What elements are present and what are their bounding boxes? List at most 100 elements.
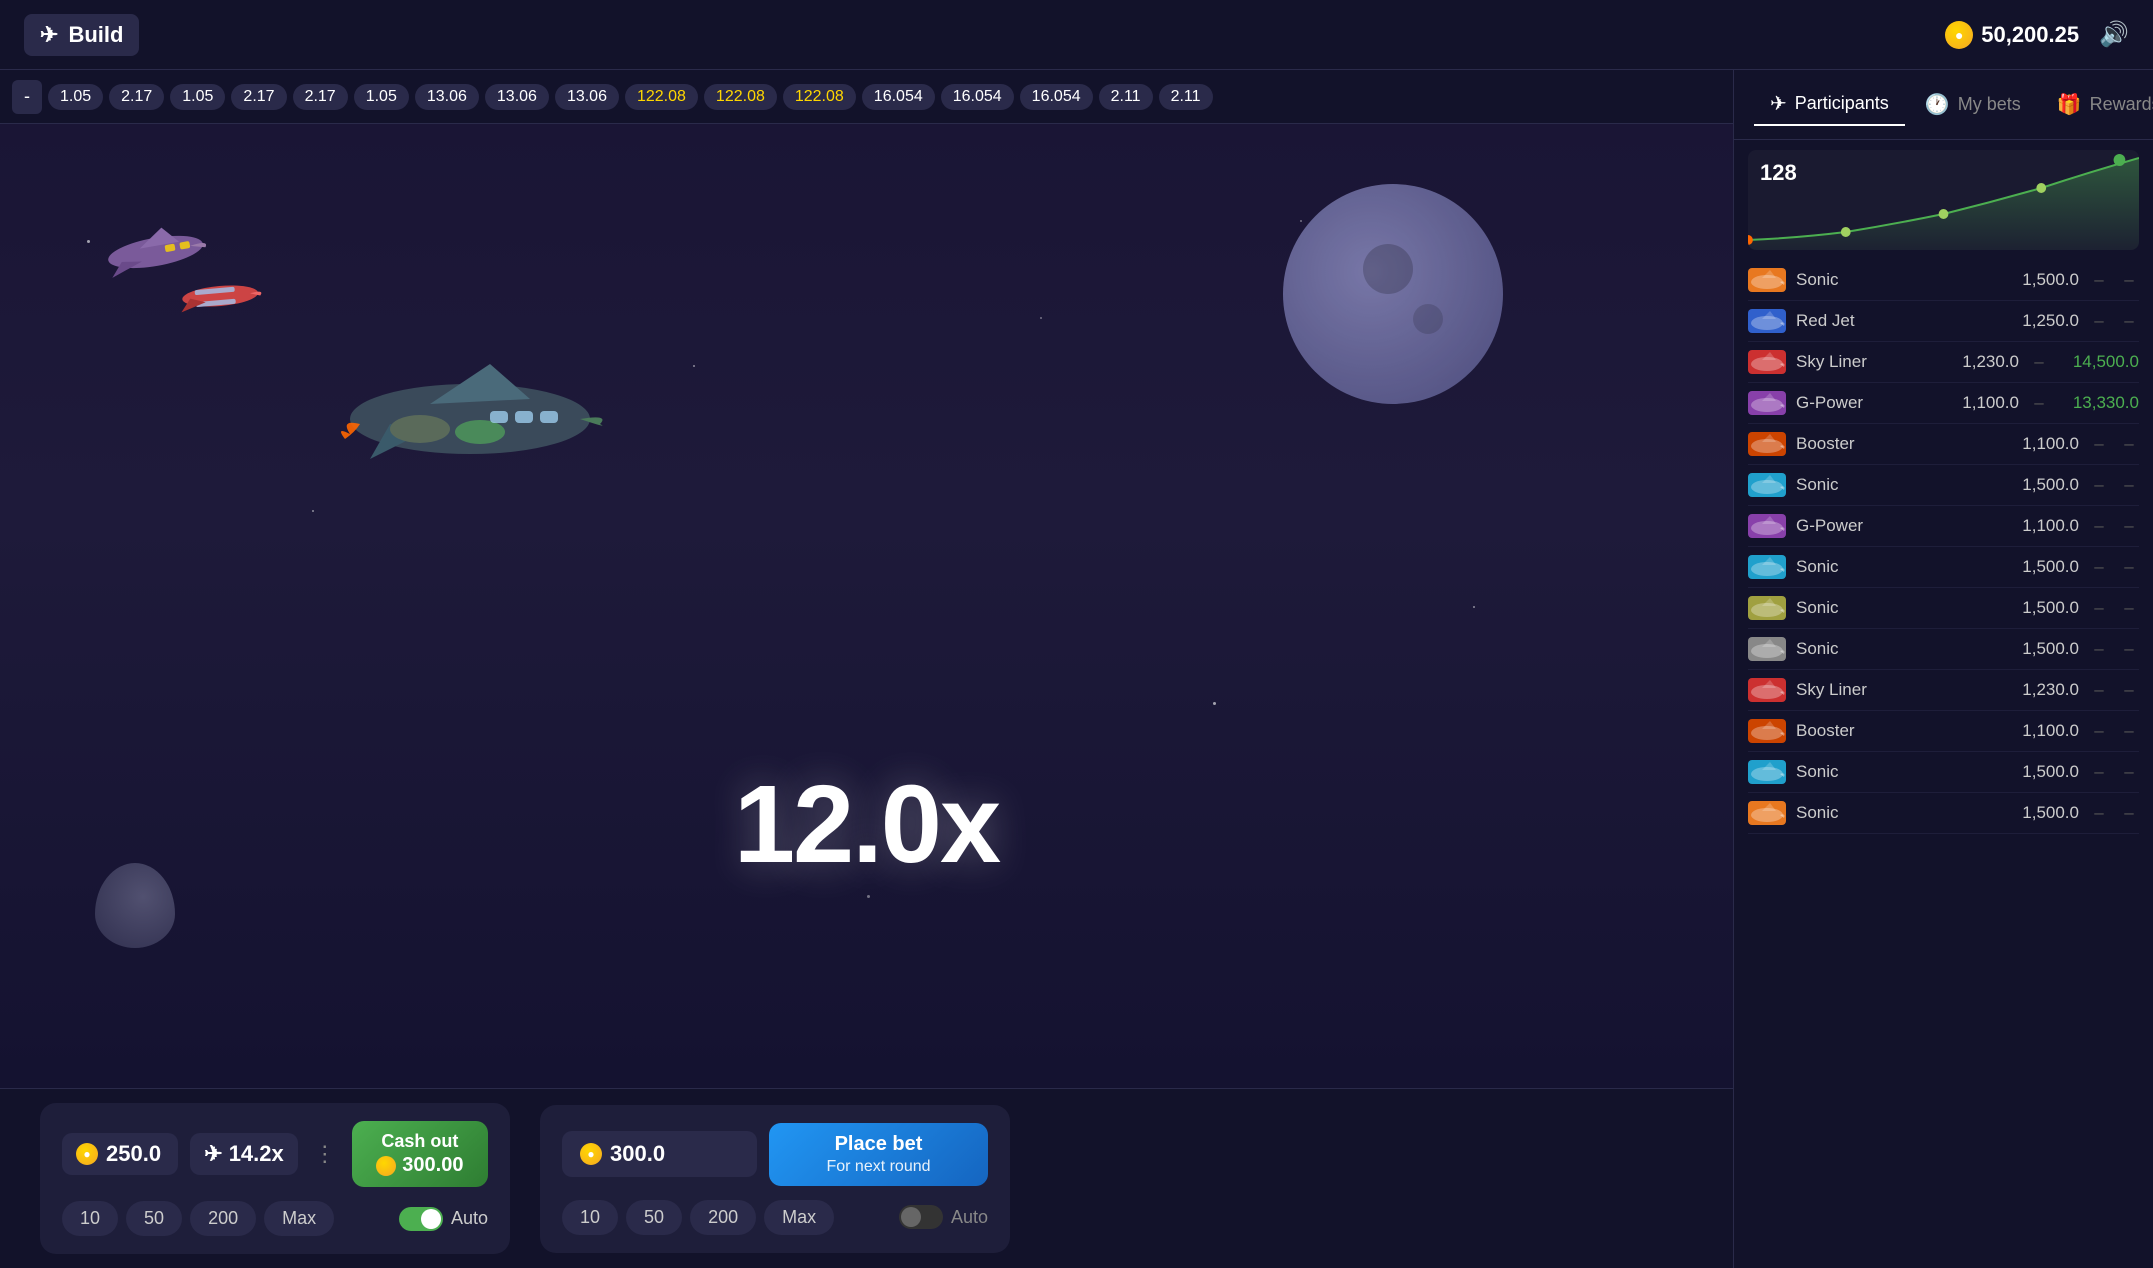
- tab-my-bets[interactable]: 🕐 My bets: [1909, 84, 2037, 125]
- list-item: Booster1,100.0––: [1748, 711, 2139, 752]
- right-panel: ✈ Participants 🕐 My bets 🎁 Rewards ☰ 128: [1733, 70, 2153, 1268]
- main-layout: - 1.05 2.17 1.05 2.17 2.17 1.05 13.06 13…: [0, 70, 2153, 1268]
- participant-bet: 1,100.0: [1939, 393, 2019, 413]
- header: ✈ Build ● 50,200.25 🔊: [0, 0, 2153, 70]
- coin-icon-cashout: [376, 1156, 396, 1176]
- avatar: [1748, 760, 1786, 784]
- options-button-1[interactable]: ⋮: [310, 1141, 340, 1167]
- participant-cashout: –: [2119, 311, 2139, 331]
- mult-12: 122.08: [783, 84, 856, 110]
- quick-10-1[interactable]: 10: [62, 1201, 118, 1236]
- quick-max-1[interactable]: Max: [264, 1201, 334, 1236]
- participant-dash-1: –: [2089, 639, 2109, 659]
- auto-label-2: Auto: [951, 1207, 988, 1228]
- bet-quick-btns-1: 10 50 200 Max Auto: [62, 1201, 488, 1236]
- tab-participants[interactable]: ✈ Participants: [1754, 83, 1905, 126]
- avatar: [1748, 391, 1786, 415]
- quick-200-2[interactable]: 200: [690, 1200, 756, 1235]
- cashout-button[interactable]: Cash out 300.00: [352, 1121, 488, 1187]
- list-item: Sonic1,500.0––: [1748, 629, 2139, 670]
- participant-cashout: –: [2119, 680, 2139, 700]
- participant-dash-1: –: [2089, 803, 2109, 823]
- place-bet-label: Place bet: [835, 1133, 923, 1156]
- participant-name: Sonic: [1796, 475, 1989, 495]
- participant-dash-1: –: [2089, 721, 2109, 741]
- star: [87, 240, 90, 243]
- participant-bet: 1,500.0: [1999, 270, 2079, 290]
- main-plane: [330, 344, 610, 484]
- participant-name: Sky Liner: [1796, 680, 1989, 700]
- auto-switch-2[interactable]: [899, 1205, 943, 1229]
- auto-switch-1[interactable]: [399, 1207, 443, 1231]
- participant-bet: 1,500.0: [1999, 475, 2079, 495]
- participant-cashout: –: [2119, 762, 2139, 782]
- avatar: [1748, 432, 1786, 456]
- participant-name: Sonic: [1796, 557, 1989, 577]
- plane-icon-1: ✈: [204, 1141, 222, 1167]
- participant-bet: 1,500.0: [1999, 557, 2079, 577]
- participant-bet: 1,100.0: [1999, 721, 2079, 741]
- participant-bet: 1,230.0: [1939, 352, 2019, 372]
- participant-dash-1: –: [2089, 680, 2109, 700]
- bet-panel-2-top: ● 300.0 Place bet For next round: [562, 1123, 988, 1186]
- participant-cashout: 13,330.0: [2059, 393, 2139, 413]
- list-item: Sonic1,500.0––: [1748, 465, 2139, 506]
- graph-area: 128: [1748, 150, 2139, 250]
- my-bets-icon: 🕐: [1925, 92, 1950, 117]
- coin-icon-1: ●: [76, 1143, 98, 1165]
- quick-50-1[interactable]: 50: [126, 1201, 182, 1236]
- bet-panel-1: ● 250.0 ✈ 14.2x ⋮ Cash out 300.00: [40, 1103, 510, 1254]
- avatar: [1748, 596, 1786, 620]
- balance-value: 50,200.25: [1981, 22, 2079, 48]
- tab-participants-label: Participants: [1795, 93, 1889, 114]
- participants-icon: ✈: [1770, 91, 1787, 116]
- mult-14: 16.054: [941, 84, 1014, 110]
- participant-bet: 1,100.0: [1999, 516, 2079, 536]
- participant-bet: 1,500.0: [1999, 639, 2079, 659]
- quick-50-2[interactable]: 50: [626, 1200, 682, 1235]
- quick-10-2[interactable]: 10: [562, 1200, 618, 1235]
- list-item: Sky Liner1,230.0––: [1748, 670, 2139, 711]
- bet-multiplier-1: ✈ 14.2x: [190, 1133, 298, 1175]
- volume-button[interactable]: 🔊: [2099, 20, 2129, 49]
- participant-cashout: –: [2119, 598, 2139, 618]
- avatar: [1748, 514, 1786, 538]
- tab-rewards[interactable]: 🎁 Rewards: [2041, 84, 2153, 125]
- participant-bet: 1,250.0: [1999, 311, 2079, 331]
- quick-200-1[interactable]: 200: [190, 1201, 256, 1236]
- participants-list: Sonic1,500.0––Red Jet1,250.0––Sky Liner1…: [1734, 260, 2153, 1268]
- mult-7: 13.06: [415, 84, 479, 110]
- participant-cashout: –: [2119, 639, 2139, 659]
- bet-amount-2[interactable]: ● 300.0: [562, 1131, 757, 1177]
- place-bet-sub: For next round: [826, 1158, 930, 1176]
- participant-name: Sonic: [1796, 598, 1989, 618]
- star: [312, 510, 314, 512]
- participant-dash-1: –: [2089, 516, 2109, 536]
- header-right: ● 50,200.25 🔊: [1945, 20, 2129, 49]
- participant-cashout: –: [2119, 475, 2139, 495]
- mult-6: 1.05: [354, 84, 409, 110]
- moon: [1283, 184, 1503, 404]
- auto-label-1: Auto: [451, 1208, 488, 1229]
- multiplier-bar: - 1.05 2.17 1.05 2.17 2.17 1.05 13.06 13…: [0, 70, 1733, 124]
- quick-max-2[interactable]: Max: [764, 1200, 834, 1235]
- avatar: [1748, 678, 1786, 702]
- place-bet-button[interactable]: Place bet For next round: [769, 1123, 988, 1186]
- participant-name: Sonic: [1796, 762, 1989, 782]
- avatar: [1748, 350, 1786, 374]
- avatar: [1748, 719, 1786, 743]
- mult-15: 16.054: [1020, 84, 1093, 110]
- participant-dash-1: –: [2029, 393, 2049, 413]
- list-item: Sky Liner1,230.0–14,500.0: [1748, 342, 2139, 383]
- star: [1300, 220, 1302, 222]
- participant-cashout: –: [2119, 803, 2139, 823]
- mult-value-1: 14.2x: [229, 1141, 284, 1167]
- minus-button[interactable]: -: [12, 80, 42, 114]
- bet-panel-2: ● 300.0 Place bet For next round 10 50 2…: [540, 1105, 1010, 1253]
- bet-quick-btns-2: 10 50 200 Max Auto: [562, 1200, 988, 1235]
- participant-name: Sonic: [1796, 639, 1989, 659]
- list-item: Sonic1,500.0––: [1748, 588, 2139, 629]
- participant-cashout: –: [2119, 434, 2139, 454]
- bet-amount-1[interactable]: ● 250.0: [62, 1133, 178, 1175]
- build-button[interactable]: ✈ Build: [24, 14, 139, 56]
